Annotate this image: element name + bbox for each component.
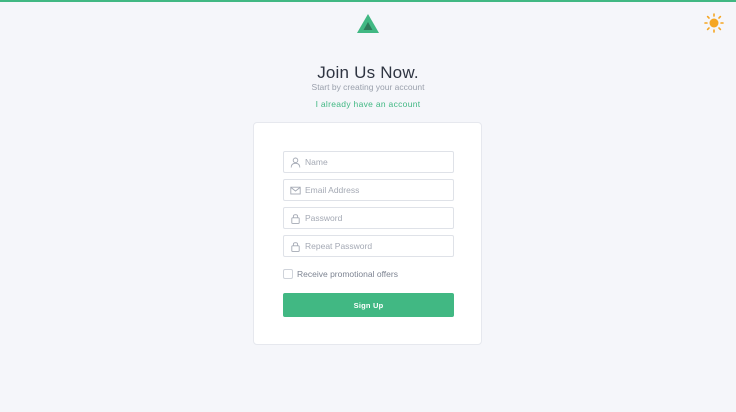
email-input[interactable]	[305, 180, 451, 200]
lock-icon	[291, 242, 300, 252]
page-title: Join Us Now.	[317, 63, 419, 82]
promo-checkbox-row: Receive promotional offers	[283, 268, 398, 280]
login-link[interactable]: I already have an account	[316, 99, 421, 109]
sun-icon[interactable]	[704, 13, 724, 33]
login-link-row: I already have an account	[0, 99, 736, 109]
sign-up-button[interactable]: Sign Up	[283, 293, 454, 317]
name-field[interactable]	[283, 151, 454, 173]
signup-card: Receive promotional offers Sign Up	[253, 122, 482, 345]
repeat-password-input[interactable]	[305, 236, 451, 256]
repeat-password-field[interactable]	[283, 235, 454, 257]
name-input[interactable]	[305, 152, 451, 172]
promo-checkbox[interactable]	[283, 269, 293, 279]
email-field[interactable]	[283, 179, 454, 201]
promo-checkbox-label[interactable]: Receive promotional offers	[297, 269, 398, 279]
password-input[interactable]	[305, 208, 451, 228]
triangle-logo-icon	[357, 14, 379, 33]
user-icon	[290, 157, 301, 168]
top-accent-bar	[0, 0, 736, 2]
password-field[interactable]	[283, 207, 454, 229]
envelope-icon	[290, 186, 301, 195]
lock-icon	[291, 214, 300, 224]
page-subtitle: Start by creating your account	[311, 82, 425, 92]
